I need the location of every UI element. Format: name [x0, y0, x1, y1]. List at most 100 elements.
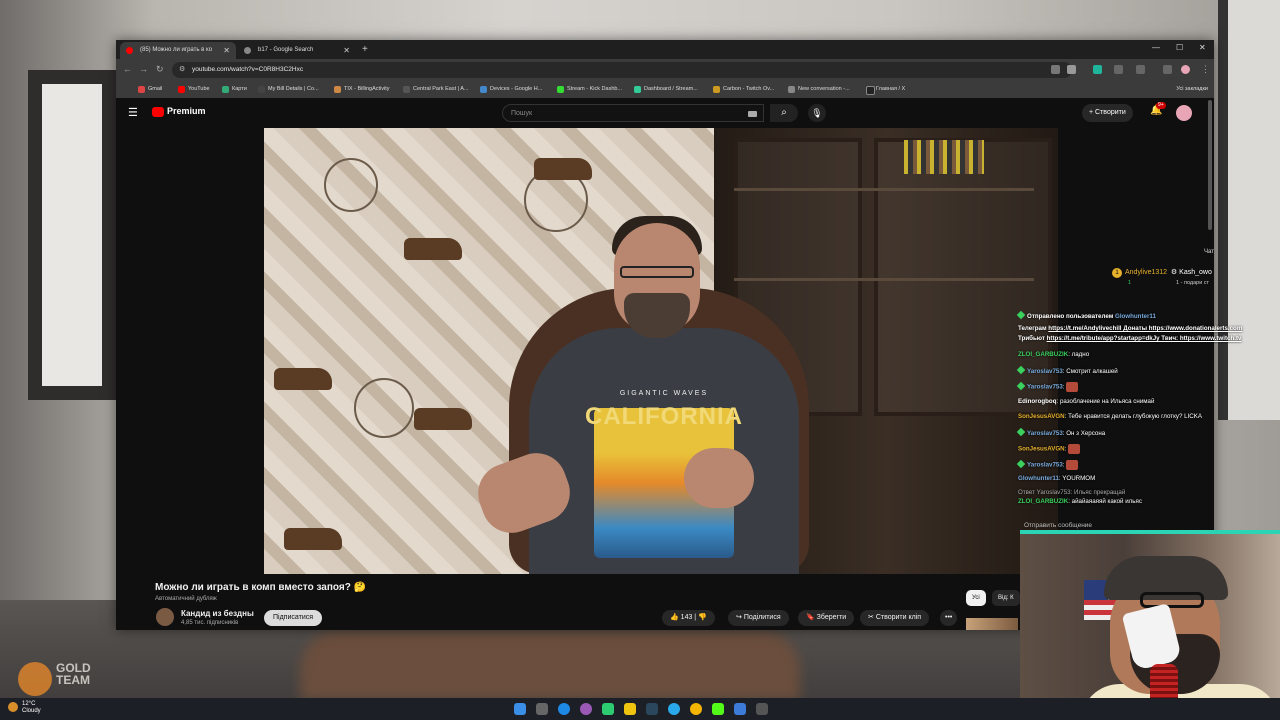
share-button[interactable]: ↪ Поділитися — [728, 610, 789, 626]
kick-icon[interactable] — [712, 703, 724, 715]
microphone-icon[interactable]: 🎙 — [808, 104, 826, 122]
background-window — [28, 70, 116, 400]
windows-taskbar: 12°C Cloudy — [0, 698, 1280, 720]
extension-icon[interactable] — [1114, 65, 1123, 74]
bookmark-new-conversation[interactable]: New conversation -... — [788, 81, 850, 98]
share-icon: ↪ — [736, 614, 744, 621]
app-icon[interactable] — [602, 703, 614, 715]
shirt-subtext: GIGANTIC WAVES — [619, 390, 709, 397]
weather-icon — [8, 702, 18, 712]
all-bookmarks[interactable]: Усі закладки — [1176, 81, 1208, 98]
more-actions-button[interactable]: ••• — [940, 610, 958, 626]
bookmark-google-devices[interactable]: Devices - Google H... — [480, 81, 542, 98]
subscribe-button[interactable]: Підписатися — [264, 610, 323, 626]
start-menu-icon[interactable] — [514, 703, 526, 715]
url-text: youtube.com/watch?v=C0R8H3C2Hxc — [192, 66, 304, 73]
media-controls-icon[interactable] — [1163, 65, 1172, 74]
chip-from-channel[interactable]: Від: К — [992, 590, 1020, 606]
wallpaper-car — [414, 408, 472, 430]
video-player[interactable]: GIGANTIC WAVES CALIFORNIA — [264, 128, 1058, 574]
tab-title: b17 - Google Search — [258, 47, 314, 53]
recommended-thumbnail[interactable] — [966, 618, 1018, 630]
dubbing-note: Автоматичний дубляж — [155, 596, 217, 602]
app-icon[interactable] — [756, 703, 768, 715]
chat-label: Чат — [1204, 249, 1214, 255]
extension-icon[interactable] — [1093, 65, 1102, 74]
like-button[interactable]: 👍 143 | 👎 — [662, 610, 715, 626]
extensions-puzzle-icon[interactable] — [1136, 65, 1145, 74]
wallpaper-clock — [324, 158, 378, 212]
bookmark-central-park[interactable]: Central Park East | A... — [403, 81, 469, 98]
bookmark-gmail[interactable]: Gmail — [138, 81, 162, 98]
url-input[interactable]: ⚙ youtube.com/watch?v=C0R8H3C2Hxc — [172, 62, 1072, 78]
site-info-icon[interactable]: ⚙ — [179, 62, 185, 78]
bookmark-carbon-twitch[interactable]: Carbon - Twitch Ov... — [713, 81, 774, 98]
create-button[interactable]: + Створити — [1082, 104, 1133, 122]
emote-icon — [1066, 460, 1079, 470]
youtube-logo-icon[interactable] — [152, 107, 164, 117]
channel-name[interactable]: Кандид из бездны — [181, 609, 254, 618]
profile-avatar-icon[interactable] — [1181, 65, 1190, 74]
account-avatar[interactable] — [1176, 105, 1192, 121]
gift-badge-icon: 1 — [1112, 268, 1122, 278]
clip-button[interactable]: ✂ Створити кліп — [860, 610, 930, 626]
bookmark-stream-dashboard[interactable]: Dashboard / Stream... — [634, 81, 698, 98]
keyboard-icon[interactable] — [748, 111, 757, 117]
wallpaper-car — [274, 368, 332, 390]
bookmark-bill-details[interactable]: My Bill Details | Co... — [258, 81, 319, 98]
task-view-icon[interactable] — [536, 703, 548, 715]
steam-icon[interactable] — [646, 703, 658, 715]
thumbs-down-icon[interactable]: 👎 — [698, 614, 707, 621]
search-input[interactable]: Пошук — [502, 104, 764, 122]
close-tab-icon[interactable]: ✕ — [343, 42, 350, 59]
cabinet-books — [904, 140, 984, 174]
youtube-premium-logo[interactable]: Premium — [167, 106, 206, 116]
app-icon[interactable] — [580, 703, 592, 715]
bookmark-youtube[interactable]: YouTube — [178, 81, 210, 98]
gift-note: 1 - подари ст — [1176, 280, 1210, 286]
chrome-icon[interactable] — [690, 703, 702, 715]
bookmark-x[interactable]: Главная / X — [866, 81, 905, 98]
telegram-icon[interactable] — [668, 703, 680, 715]
channel-avatar[interactable] — [156, 608, 174, 626]
menu-hamburger-icon[interactable]: ☰ — [128, 106, 138, 119]
google-favicon-icon — [244, 47, 251, 54]
search-icon[interactable]: ⌕ — [770, 104, 798, 122]
chip-all[interactable]: Усі — [966, 590, 986, 606]
install-app-icon[interactable] — [1051, 65, 1060, 74]
save-button[interactable]: 🔖 Зберегти — [798, 610, 855, 626]
chat-message: ZLOI_GARBUZIK: айайаяаяяй какой ильяс — [1018, 498, 1142, 505]
chat-message: Glowhunter11: YOURMOM — [1018, 475, 1096, 482]
back-icon[interactable]: ← — [123, 64, 132, 74]
chat-message: ZLOI_GARBUZIK: ладно — [1018, 351, 1090, 358]
chat-message: Отправлено пользователем Glowhunter11 — [1016, 310, 1156, 320]
forward-icon[interactable]: → — [139, 64, 148, 74]
app-icon[interactable] — [734, 703, 746, 715]
background-blur-figure — [300, 630, 800, 700]
bookmark-tix[interactable]: TIX - BillingActivity — [334, 81, 390, 98]
bookmark-star-icon[interactable] — [1067, 65, 1076, 74]
close-window-icon[interactable]: ✕ — [1199, 43, 1206, 52]
chat-message: Yaroslav753: Он з Херсона — [1016, 427, 1105, 437]
tab-google-search[interactable]: b17 - Google Search ✕ — [238, 42, 356, 59]
bookmark-kick-dashboard[interactable]: Stream - Kick Dashb... — [557, 81, 622, 98]
video-title: Можно ли играть в комп вместо запоя? 🤔 — [155, 582, 367, 593]
file-explorer-icon[interactable] — [624, 703, 636, 715]
kebab-menu-icon[interactable]: ⋮ — [1201, 64, 1210, 75]
edge-icon[interactable] — [558, 703, 570, 715]
weather-widget[interactable]: 12°C Cloudy — [8, 701, 41, 715]
close-tab-icon[interactable]: ✕ — [223, 42, 230, 59]
scissors-icon: ✂ — [868, 614, 876, 621]
send-message-input[interactable]: Отправить сообщение — [1024, 522, 1092, 529]
video-person-glasses — [620, 266, 694, 278]
wallpaper-car — [284, 528, 342, 550]
page-scrollbar[interactable] — [1208, 100, 1212, 230]
minimize-icon[interactable]: — — [1152, 43, 1160, 52]
tab-youtube[interactable]: (85) Можно ли играть в ко ✕ — [120, 42, 236, 59]
reload-icon[interactable]: ↻ — [156, 64, 164, 75]
maximize-icon[interactable]: ☐ — [1176, 43, 1183, 52]
emote-icon — [1068, 444, 1081, 454]
bookmark-icon: 🔖 — [806, 614, 817, 621]
bookmark-maps[interactable]: Карти — [222, 81, 247, 98]
new-tab-icon[interactable]: + — [362, 42, 368, 57]
